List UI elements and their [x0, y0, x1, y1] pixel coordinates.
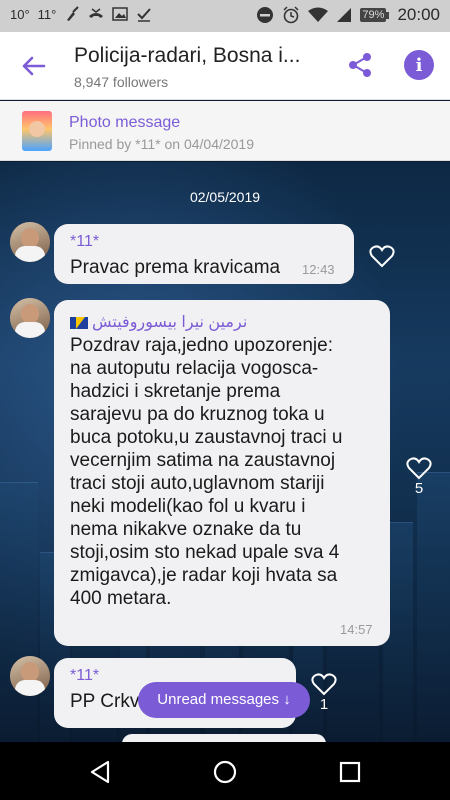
sender-avatar[interactable] [10, 656, 50, 696]
message-sender[interactable]: *11* [70, 667, 99, 685]
heart-icon[interactable] [406, 456, 432, 480]
message-line: hadzici i skretanje prema [70, 381, 281, 402]
sender-avatar[interactable] [10, 298, 50, 338]
sender-name: نرمين نيرا بيسوروفيتش [92, 314, 248, 331]
date-separator: 02/05/2019 [189, 189, 261, 205]
channel-title[interactable]: Policija-radari, Bosna i... [74, 44, 300, 68]
check-icon [137, 8, 152, 22]
followers-count: 8,947 followers [74, 74, 169, 90]
message-line: Pozdrav raja,jedno upozorenje: [70, 335, 334, 356]
message-line: 400 metara. [70, 588, 172, 609]
sender-avatar[interactable] [10, 222, 50, 262]
unread-messages-button[interactable]: Unread messages ↓ [138, 682, 310, 718]
temperature-1: 10° [10, 6, 30, 22]
message-bubble[interactable]: نرمين نيرا بيسوروفيتش Pozdrav raja,jedno… [54, 300, 390, 646]
like-count: 1 [319, 696, 329, 713]
message-time: 14:57 [340, 622, 373, 637]
next-message-bubble [122, 734, 326, 742]
heart-icon[interactable] [311, 672, 337, 696]
pinned-subtitle: Pinned by *11* on 04/04/2019 [69, 136, 255, 152]
pinned-title: Photo message [69, 114, 181, 131]
battery-level: 79% [360, 8, 387, 22]
message-line: nema nikakve oznake da tu [70, 519, 302, 540]
message-sender[interactable]: نرمين نيرا بيسوروفيتش [70, 312, 247, 332]
image-icon [112, 7, 129, 21]
share-icon[interactable] [345, 50, 375, 80]
broom-icon [67, 6, 80, 21]
message-line: stoji,osim sto nekad upale sva 4 [70, 542, 340, 563]
like-count: 5 [414, 480, 424, 497]
message-line: vecernjim satima na zaustavnoj [70, 450, 336, 471]
back-arrow-icon[interactable] [18, 50, 50, 82]
message-text: Pravac prema kravicama [70, 257, 281, 278]
wifi-icon [308, 7, 329, 22]
message-line: zmigavca),je radar koji hvata sa [70, 565, 338, 586]
message-line: buca potoku,u zaustavnoj traci u [70, 427, 343, 448]
message-line: na autoputu relacija vogosca- [70, 358, 319, 379]
app-header: Policija-radari, Bosna i... 8,947 follow… [0, 32, 450, 100]
message-time: 12:43 [302, 262, 335, 277]
chat-area[interactable]: 02/05/2019 *11* Pravac prema kravicama 1… [0, 162, 450, 742]
nav-home-icon[interactable] [212, 759, 238, 785]
message-line: neki modeli(kao fol u kvaru i [70, 496, 306, 517]
status-bar: 10° 11° 79% 20:00 [0, 0, 450, 32]
missed-call-icon [89, 8, 104, 18]
bosnia-flag-icon [70, 316, 88, 329]
nav-recents-icon[interactable] [337, 759, 363, 785]
message-bubble[interactable]: *11* Pravac prema kravicama 12:43 [54, 224, 354, 284]
navigation-bar [0, 742, 450, 800]
pinned-thumbnail [22, 111, 52, 151]
message-line: traci stoji auto,uglavnom stariji [70, 473, 325, 494]
alarm-icon [283, 6, 299, 24]
pinned-message[interactable]: Photo message Pinned by *11* on 04/04/20… [0, 101, 450, 161]
message-sender[interactable]: *11* [70, 233, 99, 251]
clock: 20:00 [397, 5, 440, 24]
message-text: PP Crkv [70, 691, 140, 712]
heart-icon[interactable] [369, 244, 395, 268]
info-icon[interactable]: i [404, 50, 434, 80]
nav-back-icon[interactable] [87, 759, 113, 785]
battery-indicator: 79% [360, 8, 390, 22]
message-line: sarajevu pa do kruznog toka u [70, 404, 325, 425]
temperature-2: 11° [37, 6, 57, 22]
signal-icon [337, 8, 352, 22]
do-not-disturb-icon [257, 7, 274, 23]
